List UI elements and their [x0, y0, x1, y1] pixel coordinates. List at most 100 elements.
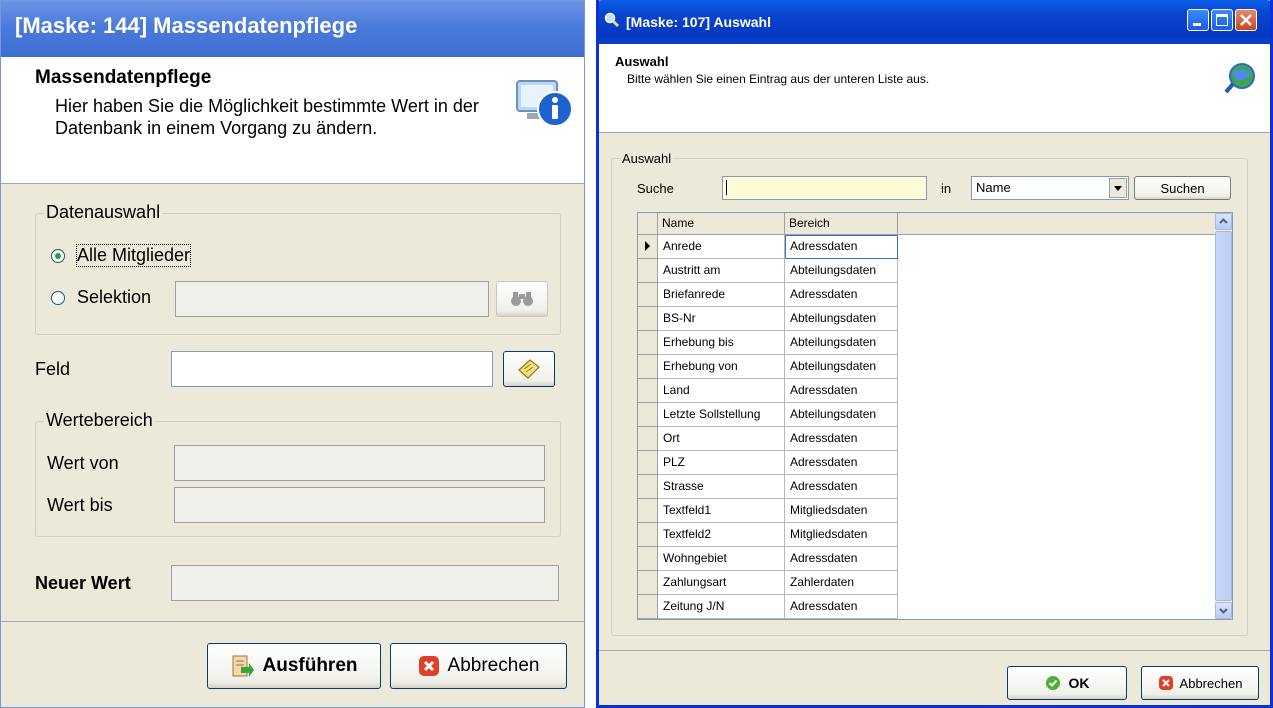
row-selector[interactable] [638, 283, 658, 307]
cell-bereich[interactable]: Abteilungsdaten [785, 331, 898, 355]
header-description: Hier haben Sie die Möglichkeit bestimmte… [55, 96, 479, 138]
feld-select-button[interactable] [503, 351, 555, 387]
cell-bereich[interactable]: Mitgliedsdaten [785, 499, 898, 523]
radio-button-checked[interactable] [51, 248, 65, 263]
maximize-icon [1216, 14, 1228, 26]
column-header-name[interactable]: Name [658, 213, 785, 235]
abbrechen-label: Abbrechen [447, 655, 540, 676]
cell-bereich[interactable]: Adressdaten [785, 427, 898, 451]
datenauswahl-legend: Datenauswahl [44, 202, 163, 223]
title-bar[interactable]: [Maske: 107] Auswahl [599, 0, 1270, 44]
cell-bereich[interactable]: Adressdaten [785, 235, 898, 259]
cell-name[interactable]: Erhebung bis [658, 331, 785, 355]
selektion-search-button [496, 281, 548, 317]
row-selector[interactable] [638, 259, 658, 283]
row-selector[interactable] [638, 355, 658, 379]
cell-name[interactable]: Ort [658, 427, 785, 451]
cell-bereich[interactable]: Adressdaten [785, 547, 898, 571]
row-selector[interactable] [638, 451, 658, 475]
cell-bereich[interactable]: Zahlerdaten [785, 571, 898, 595]
cell-name[interactable]: Austritt am [658, 259, 785, 283]
row-selector[interactable] [638, 379, 658, 403]
cell-name[interactable]: Strasse [658, 475, 785, 499]
abbrechen-label: Abbrechen [1179, 675, 1243, 691]
radio-label-alle: Alle Mitglieder [75, 244, 192, 267]
row-selector[interactable] [638, 475, 658, 499]
auswahl-window: [Maske: 107] Auswahl Auswahl Bitte wähle… [596, 0, 1273, 708]
cell-bereich[interactable]: Adressdaten [785, 379, 898, 403]
column-header-bereich[interactable]: Bereich [785, 213, 898, 235]
row-selector[interactable] [638, 403, 658, 427]
vertical-scrollbar[interactable] [1215, 213, 1232, 619]
row-selector[interactable] [638, 499, 658, 523]
binoculars-icon [511, 292, 533, 306]
maximize-button[interactable] [1211, 9, 1233, 31]
scroll-down-button[interactable] [1215, 602, 1232, 619]
magnifier-icon [604, 12, 620, 28]
row-selector[interactable] [638, 331, 658, 355]
cell-bereich[interactable]: Abteilungsdaten [785, 355, 898, 379]
scroll-thumb[interactable] [1215, 231, 1232, 601]
abbrechen-button[interactable]: Abbrechen [390, 643, 567, 689]
feld-input[interactable] [171, 351, 493, 387]
suchen-button[interactable]: Suchen [1134, 176, 1231, 200]
search-input[interactable] [722, 176, 927, 200]
cell-name[interactable]: Textfeld2 [658, 523, 785, 547]
current-row-icon [645, 241, 650, 251]
grid-corner-header [638, 213, 658, 235]
radio-button[interactable] [51, 290, 65, 305]
minimize-button[interactable] [1187, 9, 1209, 31]
scroll-up-button[interactable] [1215, 213, 1232, 230]
header-description: Bitte wählen Sie einen Eintrag aus der u… [627, 72, 930, 86]
row-selector[interactable] [638, 427, 658, 451]
cell-name[interactable]: Wohngebiet [658, 547, 785, 571]
row-selector[interactable] [638, 547, 658, 571]
cell-name[interactable]: Land [658, 379, 785, 403]
cell-name[interactable]: Anrede [658, 235, 785, 259]
in-label: in [941, 181, 952, 196]
row-selector[interactable] [638, 595, 658, 619]
selektion-field [175, 281, 489, 317]
cell-name[interactable]: Letzte Sollstellung [658, 403, 785, 427]
row-selector[interactable] [638, 571, 658, 595]
feld-label: Feld [35, 359, 71, 379]
row-selector[interactable] [638, 307, 658, 331]
cell-bereich[interactable]: Abteilungsdaten [785, 259, 898, 283]
cell-bereich[interactable]: Adressdaten [785, 451, 898, 475]
window-title: [Maske: 107] Auswahl [626, 14, 771, 30]
title-bar[interactable]: [Maske: 144] Massendatenpflege [1, 1, 584, 57]
cell-bereich[interactable]: Mitgliedsdaten [785, 523, 898, 547]
row-selector[interactable] [638, 523, 658, 547]
chevron-up-icon [1219, 218, 1228, 224]
cell-name[interactable]: Zahlungsart [658, 571, 785, 595]
abbrechen-button[interactable]: Abbrechen [1141, 666, 1259, 700]
cell-name[interactable]: PLZ [658, 451, 785, 475]
dropdown-button[interactable] [1109, 178, 1127, 198]
cell-name[interactable]: Erhebung von [658, 355, 785, 379]
neuer-wert-input [171, 565, 559, 601]
check-icon [1045, 676, 1060, 690]
cell-name[interactable]: Briefanrede [658, 283, 785, 307]
minimize-icon [1193, 23, 1201, 26]
radio-selektion[interactable]: Selektion [51, 287, 151, 308]
header-title: Auswahl [615, 54, 669, 69]
row-selector[interactable] [638, 235, 658, 259]
close-button[interactable] [1235, 9, 1257, 31]
cell-name[interactable]: Zeitung J/N [658, 595, 785, 619]
cell-bereich[interactable]: Abteilungsdaten [785, 403, 898, 427]
cell-bereich[interactable]: Adressdaten [785, 595, 898, 619]
cell-name[interactable]: Textfeld1 [658, 499, 785, 523]
cell-bereich[interactable]: Abteilungsdaten [785, 307, 898, 331]
chevron-down-icon [1219, 608, 1228, 614]
cell-bereich[interactable]: Adressdaten [785, 475, 898, 499]
ok-button[interactable]: OK [1007, 666, 1127, 700]
radio-alle-mitglieder[interactable]: Alle Mitglieder [51, 244, 192, 267]
cancel-icon [418, 656, 439, 676]
cell-bereich[interactable]: Adressdaten [785, 283, 898, 307]
ausfuehren-button[interactable]: Ausführen [207, 643, 381, 689]
cell-name[interactable]: BS-Nr [658, 307, 785, 331]
note-edit-icon [518, 359, 540, 379]
search-field-select[interactable]: Name [971, 176, 1129, 200]
wert-von-input [174, 445, 545, 481]
execute-icon [232, 655, 254, 677]
